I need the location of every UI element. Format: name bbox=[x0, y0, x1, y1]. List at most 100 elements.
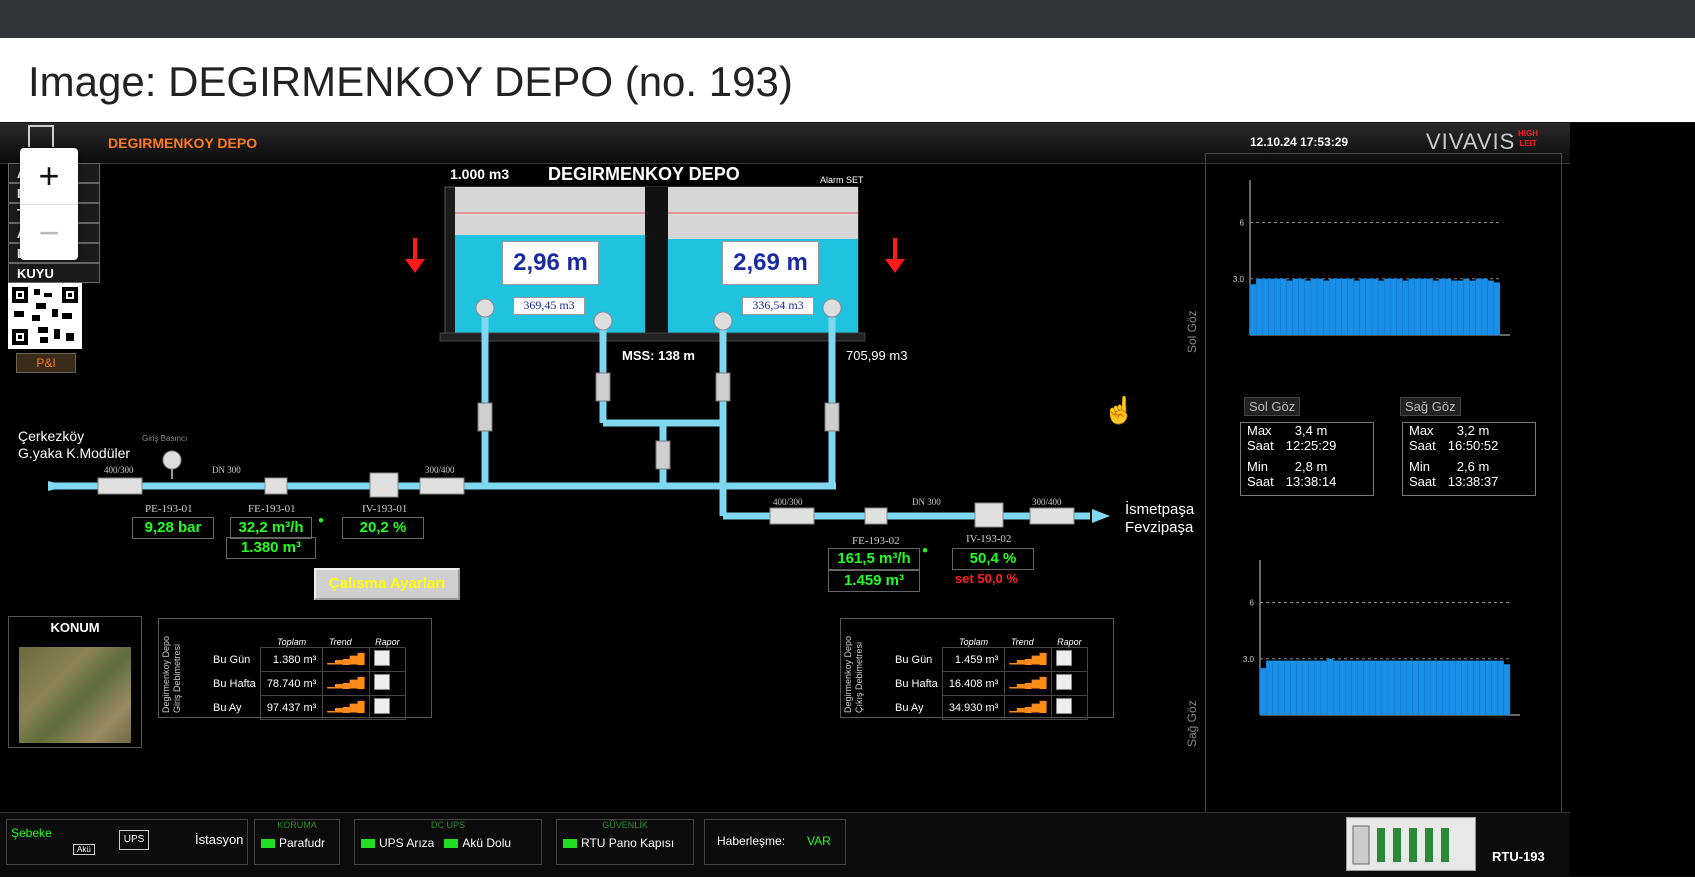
tank-name: DEGIRMENKOY DEPO bbox=[548, 164, 740, 184]
chart-bar bbox=[1359, 278, 1367, 336]
chart-bar bbox=[1436, 660, 1444, 716]
y-tick-label: 6 bbox=[1250, 599, 1255, 608]
chart-bar bbox=[1493, 282, 1501, 336]
chart-bar bbox=[1406, 660, 1413, 716]
y-tick-label: 3.0 bbox=[1243, 655, 1255, 664]
chart-bar bbox=[1426, 278, 1434, 336]
stat-value: 13:38:14 bbox=[1285, 474, 1337, 489]
chart-bar bbox=[1442, 660, 1450, 716]
chart-bar bbox=[1454, 660, 1462, 716]
stat-label: Max bbox=[1409, 423, 1434, 438]
table-row: Saat 13:38:14 bbox=[1241, 474, 1342, 489]
chart-bar bbox=[1479, 660, 1486, 716]
chart-bar bbox=[1396, 278, 1403, 336]
chart-bar bbox=[1296, 660, 1303, 716]
pressure-label: Giriş Basıncı bbox=[142, 434, 188, 443]
inlet-valve-value: 20,2 % bbox=[342, 517, 424, 539]
stat-label: Saat bbox=[1409, 474, 1436, 489]
inlet-stats-panel: Degirmenkoy Depo Giriş Debimetresi Topla… bbox=[158, 618, 432, 720]
status-led bbox=[563, 839, 577, 849]
chart-bar bbox=[1335, 278, 1342, 336]
chart-bar bbox=[1432, 280, 1440, 336]
col-header: Rapor bbox=[1057, 637, 1082, 647]
chart-bar bbox=[1390, 278, 1397, 336]
trend-icon[interactable]: ▁▃▄▆█ bbox=[322, 671, 370, 696]
chart-bar bbox=[1485, 660, 1492, 716]
rtu-label: RTU-193 bbox=[1492, 849, 1545, 864]
chart-bar bbox=[1259, 667, 1267, 716]
col-header: Toplam bbox=[276, 637, 307, 647]
report-icon[interactable] bbox=[1050, 671, 1089, 696]
trend-icon[interactable]: ▁▃▄▆█ bbox=[322, 647, 370, 672]
table-row: Bu Gün 1.459 m³ ▁▃▄▆█ bbox=[891, 647, 1089, 672]
stat-value: 2,6 m bbox=[1456, 459, 1490, 474]
parafudr-label: Parafudr bbox=[279, 836, 326, 850]
trend-icon[interactable]: ▁▃▄▆█ bbox=[1004, 647, 1052, 672]
location-map[interactable] bbox=[19, 647, 131, 743]
table-row: Max 3,4 m bbox=[1241, 423, 1342, 438]
stat-value: 2,8 m bbox=[1294, 459, 1328, 474]
chart-bar bbox=[1387, 660, 1395, 716]
report-icon[interactable] bbox=[1050, 647, 1089, 672]
chart-bar bbox=[1448, 660, 1456, 716]
outlet-reducer-2: 300/400 bbox=[1032, 497, 1062, 507]
chart-bar bbox=[1357, 660, 1364, 716]
outlet-stats-panel: Degirmenkoy Depo Çıkış Debimetresi Topla… bbox=[840, 618, 1114, 720]
ups-label: UPS bbox=[119, 830, 149, 850]
battery-label: Akü Dolu bbox=[462, 836, 512, 850]
stat-value: 13:38:37 bbox=[1447, 474, 1499, 489]
chart1-side-label: Sağ Göz bbox=[1185, 700, 1199, 747]
table-row: Toplam Trend Rapor bbox=[209, 637, 406, 648]
col-header: Toplam bbox=[958, 637, 989, 647]
report-icon[interactable] bbox=[1050, 695, 1089, 720]
row-label: Bu Ay bbox=[895, 701, 924, 714]
chart-bar bbox=[1430, 660, 1437, 716]
inlet-total-value: 1.380 m³ bbox=[226, 537, 316, 559]
outlet-table: Toplam Trend Rapor Bu Gün 1.459 m³ ▁▃▄▆█ Bu … bbox=[891, 637, 1089, 720]
trend-icon[interactable]: ▁▃▄▆█ bbox=[1004, 695, 1052, 720]
table-row: Bu Hafta 16.408 m³ ▁▃▄▆█ bbox=[891, 671, 1089, 696]
chart-bar bbox=[1457, 280, 1464, 336]
outlet-dest-line1: İsmetpaşa bbox=[1125, 501, 1195, 518]
report-icon[interactable] bbox=[368, 695, 407, 720]
page-title: Image: DEGIRMENKOY DEPO (no. 193) bbox=[28, 58, 793, 105]
trend-icon[interactable]: ▁▃▄▆█ bbox=[322, 695, 370, 720]
status-led bbox=[261, 839, 275, 849]
row-value: 1.380 m³ bbox=[259, 647, 324, 672]
chart-bar bbox=[1310, 278, 1318, 336]
table-row: Toplam Trend Rapor bbox=[891, 637, 1088, 648]
right-stats-title: Sağ Göz bbox=[1400, 397, 1461, 416]
guvenlik-panel: GÜVENLİK RTU Pano Kapısı bbox=[556, 819, 694, 865]
door-label: RTU Pano Kapısı bbox=[581, 836, 675, 850]
table-row: Min 2,8 m bbox=[1241, 453, 1342, 474]
row-label: Bu Gün bbox=[213, 653, 251, 666]
inlet-reducer-2: 300/400 bbox=[425, 465, 455, 475]
chart-bar bbox=[1381, 660, 1389, 716]
settings-button[interactable]: Çalısma Ayarları bbox=[314, 568, 460, 600]
outlet-flow-value: 161,5 m³/h bbox=[828, 548, 920, 570]
chart-bar bbox=[1290, 660, 1297, 716]
inlet-source-line2: G.yaka K.Modüler bbox=[18, 445, 131, 461]
chart-bar bbox=[1469, 280, 1476, 336]
chart-bar bbox=[1268, 278, 1275, 336]
stat-label: Saat bbox=[1409, 438, 1436, 453]
tank-capacity: 1.000 m3 bbox=[450, 166, 510, 182]
report-icon[interactable] bbox=[368, 671, 407, 696]
trend-icon[interactable]: ▁▃▄▆█ bbox=[1004, 671, 1052, 696]
y-tick-label: 6 bbox=[1240, 219, 1245, 228]
col-header: Trend bbox=[328, 637, 352, 647]
chart-bar bbox=[1424, 660, 1431, 716]
chart-bar bbox=[1414, 278, 1421, 336]
stat-value: 3,4 m bbox=[1294, 423, 1328, 438]
chart-bar bbox=[1402, 280, 1409, 336]
status-led bbox=[444, 839, 459, 849]
y-axis-label: m bbox=[1242, 175, 1251, 178]
table-row: Saat 13:38:37 bbox=[1403, 474, 1504, 489]
report-icon[interactable] bbox=[368, 647, 407, 672]
chart-bar bbox=[1491, 660, 1498, 716]
browser-top-bar bbox=[0, 0, 1695, 38]
rtu-rack-icon[interactable] bbox=[1346, 817, 1476, 871]
ups-fault-label: UPS Arıza bbox=[379, 836, 435, 850]
chart-bar bbox=[1497, 660, 1505, 716]
chart-bar bbox=[1326, 658, 1334, 716]
